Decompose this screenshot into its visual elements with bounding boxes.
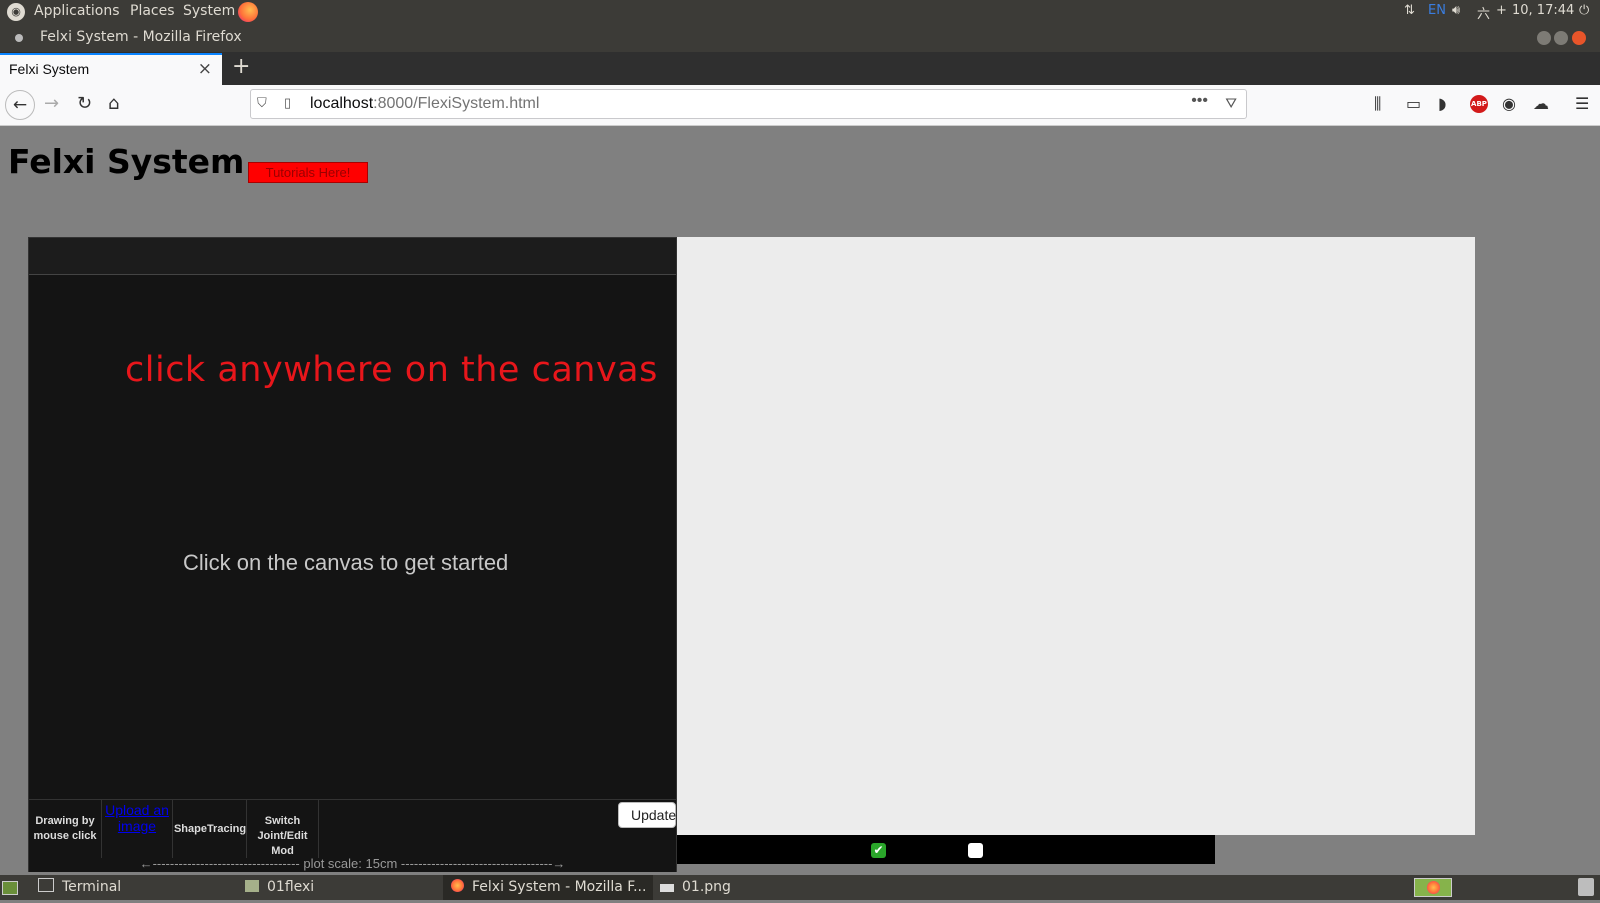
- tab-label: Felxi System: [9, 61, 90, 77]
- applications-menu[interactable]: Applications: [34, 3, 120, 19]
- url-bar[interactable]: ⛉ ▯ localhost:8000/FlexiSystem.html ••• …: [250, 89, 1247, 119]
- tracking-protection-icon[interactable]: ⛉: [257, 95, 267, 111]
- taskbar-image[interactable]: 01.png: [660, 875, 860, 900]
- maximize-button[interactable]: [1554, 31, 1568, 45]
- url-path: :8000/FlexiSystem.html: [373, 95, 540, 112]
- show-desktop-icon[interactable]: [2, 875, 22, 900]
- workspace-switcher[interactable]: [1414, 878, 1452, 897]
- taskbar-label: 01flexi: [267, 879, 315, 895]
- firefox-icon: [451, 879, 464, 892]
- clock[interactable]: 10, 17:44: [1512, 3, 1574, 18]
- canvas-header-bar: [29, 238, 676, 275]
- folder-icon: [245, 880, 259, 892]
- tutorials-button[interactable]: Tutorials Here!: [248, 162, 368, 183]
- upload-image-link[interactable]: Upload an image: [102, 800, 173, 858]
- back-button[interactable]: ←: [5, 90, 35, 120]
- trash-icon[interactable]: [1578, 878, 1594, 896]
- window-title: Felxi System - Mozilla Firefox: [40, 29, 242, 45]
- drawing-by-mouse-click-button[interactable]: Drawing by mouse click: [29, 800, 102, 858]
- url-text[interactable]: localhost:8000/FlexiSystem.html: [310, 95, 539, 113]
- checkbox-unchecked[interactable]: [968, 843, 983, 858]
- window-menu-icon[interactable]: [15, 34, 23, 42]
- new-tab-button[interactable]: +: [232, 54, 250, 79]
- image-viewer-icon: [660, 884, 674, 892]
- checkbox-checked[interactable]: ✔: [871, 843, 886, 858]
- network-icon[interactable]: ⇅: [1404, 3, 1415, 18]
- canvas-start-text: Click on the canvas to get started: [183, 550, 509, 575]
- taskbar-label: Terminal: [62, 879, 122, 895]
- switch-joint-edit-mode-button[interactable]: Switch Joint/Edit Mod: [247, 800, 319, 858]
- preview-panel: [677, 237, 1475, 835]
- canvas-hint-text: click anywhere on the canvas: [125, 350, 658, 390]
- options-strip: [677, 835, 1215, 864]
- shape-tracing-button[interactable]: ShapeTracing: [174, 800, 247, 858]
- adblock-plus-icon[interactable]: ABP: [1470, 95, 1488, 113]
- power-icon[interactable]: ⏻: [1579, 3, 1589, 18]
- bottom-panel: Terminal 01flexi Felxi System - Mozilla …: [0, 875, 1600, 900]
- minimize-button[interactable]: [1537, 31, 1551, 45]
- firefox-workspace-icon: [1427, 881, 1440, 894]
- ubuntu-logo-icon[interactable]: ◉: [7, 3, 25, 21]
- taskbar-firefox[interactable]: Felxi System - Mozilla F...: [443, 875, 653, 900]
- account-icon[interactable]: ◉: [1502, 94, 1516, 113]
- extension-d-icon[interactable]: ◗: [1438, 94, 1446, 113]
- tab-felxi-system[interactable]: Felxi System ×: [0, 53, 222, 85]
- page-actions-icon[interactable]: •••: [1191, 92, 1208, 110]
- taskbar-terminal[interactable]: Terminal: [38, 875, 238, 900]
- plus-icon[interactable]: +: [1496, 3, 1507, 18]
- page-title: Felxi System: [8, 142, 245, 181]
- page-info-icon[interactable]: ▯: [284, 95, 291, 111]
- extension-cloud-icon[interactable]: ☁: [1533, 94, 1549, 113]
- plot-scale-label: ←---------------------------------- plot…: [139, 856, 566, 871]
- volume-icon[interactable]: 🔊︎: [1452, 3, 1460, 18]
- window-title-bar: Felxi System - Mozilla Firefox: [0, 24, 1600, 52]
- tab-close-icon[interactable]: ×: [198, 59, 212, 79]
- terminal-icon: [38, 878, 54, 892]
- forward-button[interactable]: →: [44, 93, 59, 114]
- firefox-launcher-icon[interactable]: [238, 2, 258, 22]
- tab-strip: Felxi System × +: [0, 52, 1600, 85]
- home-button[interactable]: ⌂: [108, 93, 119, 114]
- top-panel: ◉ Applications Places System ⇅ EN 🔊︎ 六 +…: [0, 0, 1600, 24]
- input-method-indicator[interactable]: 六: [1477, 3, 1490, 22]
- places-menu[interactable]: Places: [130, 3, 175, 19]
- url-host: localhost: [310, 95, 374, 112]
- close-window-button[interactable]: [1572, 31, 1586, 45]
- taskbar-folder[interactable]: 01flexi: [245, 875, 445, 900]
- pocket-icon[interactable]: ⛛: [1225, 95, 1237, 112]
- keyboard-layout-indicator[interactable]: EN: [1428, 3, 1446, 18]
- system-menu[interactable]: System: [183, 3, 235, 19]
- taskbar-label: 01.png: [682, 879, 731, 895]
- taskbar-label: Felxi System - Mozilla F...: [472, 879, 647, 895]
- library-icon[interactable]: ⫼: [1374, 94, 1381, 114]
- navigation-bar: ← → ↻ ⌂ ⛉ ▯ localhost:8000/FlexiSystem.h…: [0, 85, 1600, 126]
- hamburger-menu-icon[interactable]: ☰: [1575, 94, 1589, 113]
- reload-button[interactable]: ↻: [77, 93, 92, 114]
- update-button[interactable]: Update: [618, 802, 676, 828]
- sidebar-icon[interactable]: ▭: [1406, 94, 1421, 113]
